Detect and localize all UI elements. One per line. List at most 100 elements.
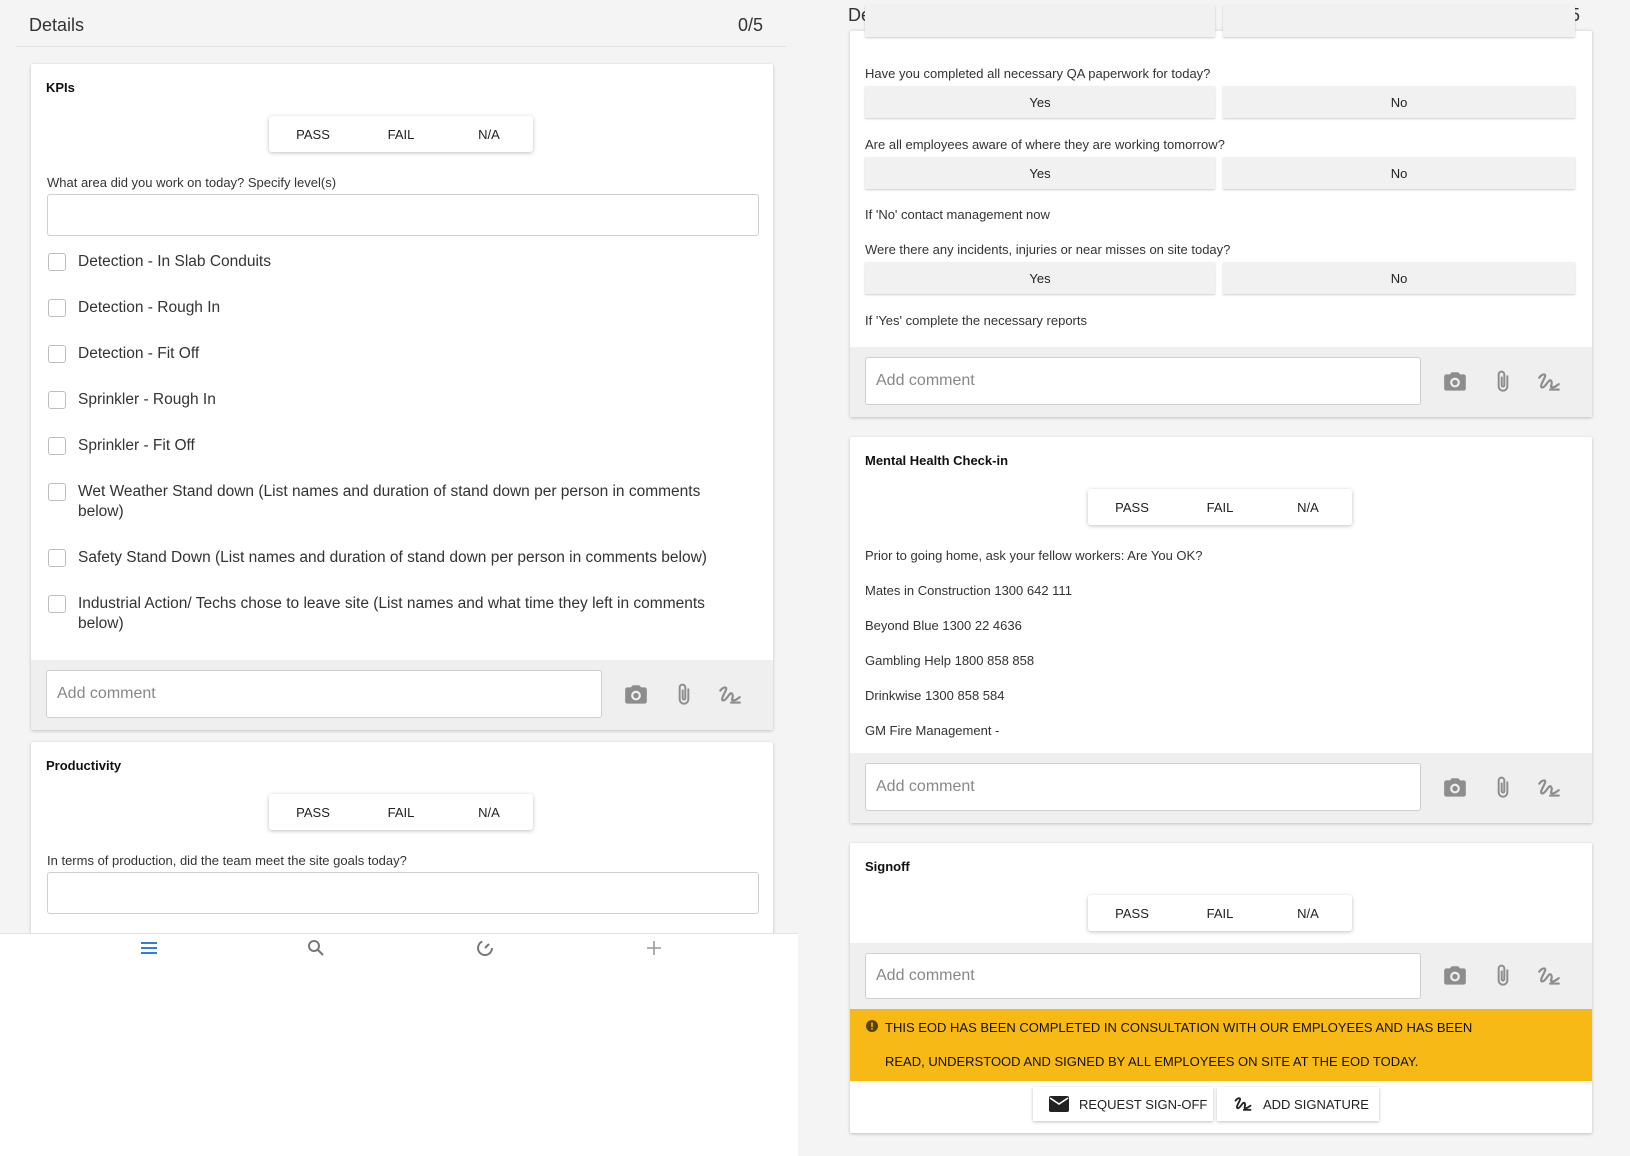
checklist-item[interactable]: Detection - In Slab Conduits <box>48 252 738 272</box>
signature-icon[interactable] <box>1536 963 1562 989</box>
notice-text: THIS EOD HAS BEEN COMPLETED IN CONSULTAT… <box>885 1020 1473 1069</box>
checklist-item[interactable]: Detection - Rough In <box>48 298 738 318</box>
camera-icon[interactable] <box>1442 369 1468 395</box>
question-label: Have you completed all necessary QA pape… <box>865 66 1211 81</box>
details-title: Details <box>29 14 85 35</box>
pass-button[interactable]: PASS <box>1088 895 1176 931</box>
yes-button[interactable]: Yes <box>865 86 1215 118</box>
comment-input[interactable]: Add comment <box>46 670 602 718</box>
info-line: Beyond Blue 1300 22 4636 <box>865 618 1022 633</box>
comment-bar: Add comment <box>31 660 773 730</box>
comment-bar: Add comment <box>850 347 1592 417</box>
checklist-item[interactable]: Wet Weather Stand down (List names and d… <box>48 482 738 522</box>
checkbox[interactable] <box>48 483 66 501</box>
na-button[interactable]: N/A <box>1264 489 1352 525</box>
fail-button[interactable]: FAIL <box>1176 489 1264 525</box>
yes-button[interactable]: Yes <box>865 262 1215 294</box>
camera-icon[interactable] <box>1442 775 1468 801</box>
checklist-item[interactable]: Industrial Action/ Techs chose to leave … <box>48 594 738 634</box>
checkbox[interactable] <box>48 299 66 317</box>
fail-button[interactable]: FAIL <box>1176 895 1264 931</box>
notice-banner: THIS EOD HAS BEEN COMPLETED IN CONSULTAT… <box>850 1009 1592 1081</box>
question-label: In terms of production, did the team mee… <box>47 853 407 868</box>
comment-input[interactable]: Add comment <box>865 763 1421 811</box>
question-label: What area did you work on today? Specify… <box>47 175 337 190</box>
fail-button[interactable]: FAIL <box>357 116 445 152</box>
signature-icon[interactable] <box>1536 369 1562 395</box>
checklist-item[interactable]: Sprinkler - Fit Off <box>48 436 738 456</box>
checklist-item[interactable]: Detection - Fit Off <box>48 344 738 364</box>
comment-input[interactable]: Add comment <box>865 953 1421 999</box>
left-panel: Details 0/5 KPIs PASS FAIL N/A What area… <box>0 0 798 961</box>
previous-yes-button[interactable] <box>865 5 1215 37</box>
attachment-icon[interactable] <box>1490 963 1516 989</box>
productivity-card: Productivity PASS FAIL N/A In terms of p… <box>31 742 773 952</box>
info-line: GM Fire Management - <box>865 723 1000 738</box>
question-label: Are all employees aware of where they ar… <box>865 137 1225 152</box>
search-icon[interactable] <box>306 938 326 958</box>
comment-bar: Add comment <box>850 943 1592 1009</box>
checkbox[interactable] <box>48 391 66 409</box>
signature-icon[interactable] <box>717 682 743 708</box>
work-area-input[interactable] <box>47 194 759 236</box>
checkbox[interactable] <box>48 437 66 455</box>
signature-icon <box>1234 1097 1252 1111</box>
previous-no-button[interactable] <box>1223 5 1575 37</box>
pass-button[interactable]: PASS <box>269 116 357 152</box>
card-title: Productivity <box>46 758 122 773</box>
signature-icon[interactable] <box>1536 775 1562 801</box>
info-line: Drinkwise 1300 858 584 <box>865 688 1005 703</box>
questions-card: Have you completed all necessary QA pape… <box>850 5 1592 417</box>
attachment-icon[interactable] <box>1490 775 1516 801</box>
instruction-note: If 'Yes' complete the necessary reports <box>865 313 1087 328</box>
checklist-item[interactable]: Safety Stand Down (List names and durati… <box>48 548 738 568</box>
comment-input[interactable]: Add comment <box>865 357 1421 405</box>
instruction-note: If 'No' contact management now <box>865 207 1050 222</box>
na-button[interactable]: N/A <box>445 116 533 152</box>
no-button[interactable]: No <box>1223 86 1575 118</box>
mental-health-card: Mental Health Check-in PASS FAIL N/A Pri… <box>850 437 1592 823</box>
menu-icon[interactable] <box>139 938 159 958</box>
warning-icon <box>866 1020 878 1032</box>
attachment-icon[interactable] <box>671 682 697 708</box>
no-button[interactable]: No <box>1223 262 1575 294</box>
yes-button[interactable]: Yes <box>865 157 1215 189</box>
checkbox[interactable] <box>48 549 66 567</box>
pass-button[interactable]: PASS <box>1088 489 1176 525</box>
pass-fail-na-toggle: PASS FAIL N/A <box>269 794 533 830</box>
dashboard-icon[interactable] <box>475 938 495 958</box>
camera-icon[interactable] <box>1442 963 1468 989</box>
production-goals-input[interactable] <box>47 872 759 914</box>
kpis-card: KPIs PASS FAIL N/A What area did you wor… <box>31 64 773 730</box>
checkbox[interactable] <box>48 345 66 363</box>
fail-button[interactable]: FAIL <box>357 794 445 830</box>
request-sign-off-label: REQUEST SIGN-OFF <box>1079 1096 1208 1112</box>
pass-fail-na-toggle: PASS FAIL N/A <box>1088 895 1352 931</box>
comment-bar: Add comment <box>850 753 1592 823</box>
na-button[interactable]: N/A <box>1264 895 1352 931</box>
details-header: Details 0/5 <box>29 12 763 38</box>
plus-icon[interactable] <box>644 938 664 958</box>
progress-count: 0/5 <box>737 14 763 35</box>
header-divider <box>16 46 786 47</box>
attachment-icon[interactable] <box>1490 369 1516 395</box>
add-signature-label: ADD SIGNATURE <box>1263 1096 1369 1112</box>
pass-fail-na-toggle: PASS FAIL N/A <box>269 116 533 152</box>
na-button[interactable]: N/A <box>445 794 533 830</box>
pass-button[interactable]: PASS <box>269 794 357 830</box>
add-signature-button[interactable]: ADD SIGNATURE <box>1217 1087 1379 1121</box>
card-title: Signoff <box>865 859 910 874</box>
left-blank-area <box>0 960 798 1156</box>
request-sign-off-button[interactable]: REQUEST SIGN-OFF <box>1033 1087 1213 1121</box>
no-button[interactable]: No <box>1223 157 1575 189</box>
checklist-item[interactable]: Sprinkler - Rough In <box>48 390 738 410</box>
pass-fail-na-toggle: PASS FAIL N/A <box>1088 489 1352 525</box>
mail-icon <box>1049 1096 1069 1112</box>
info-line: Gambling Help 1800 858 858 <box>865 653 1035 668</box>
checkbox[interactable] <box>48 595 66 613</box>
card-title: KPIs <box>46 80 75 95</box>
info-line: Mates in Construction 1300 642 111 <box>865 583 1072 598</box>
camera-icon[interactable] <box>623 682 649 708</box>
checkbox[interactable] <box>48 253 66 271</box>
info-line: Prior to going home, ask your fellow wor… <box>865 548 1203 563</box>
